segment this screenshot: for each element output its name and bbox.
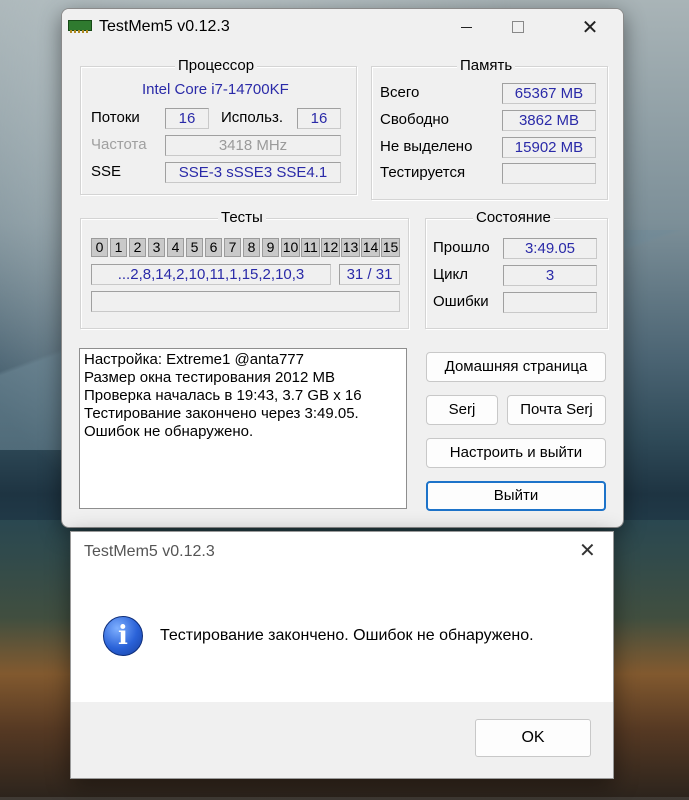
maximize-button[interactable] bbox=[495, 9, 541, 45]
sse-value: SSE-3 sSSE3 SSE4.1 bbox=[165, 162, 341, 183]
log-line: Размер окна тестирования 2012 MB bbox=[84, 369, 336, 386]
total-memory-label: Всего bbox=[380, 84, 420, 101]
test-cell: 11 bbox=[301, 238, 320, 257]
errors-label: Ошибки bbox=[433, 293, 489, 310]
free-memory-label: Свободно bbox=[380, 111, 449, 128]
dialog-message: Тестирование закончено. Ошибок не обнару… bbox=[160, 627, 534, 644]
used-threads-label: Использ. bbox=[221, 109, 284, 126]
test-cell: 6 bbox=[205, 238, 222, 257]
status-group-title: Состояние bbox=[473, 209, 554, 226]
cpu-name: Intel Core i7-14700KF bbox=[142, 81, 289, 98]
tests-group: Тесты 0 1 2 3 4 5 6 7 8 9 10 11 12 13 14… bbox=[80, 209, 409, 329]
test-cell: 10 bbox=[281, 238, 300, 257]
elapsed-value: 3:49.05 bbox=[503, 238, 597, 259]
threads-value: 16 bbox=[165, 108, 209, 129]
title-bar[interactable]: TestMem5 v0.12.3 ✕ bbox=[62, 9, 623, 45]
test-cell: 1 bbox=[110, 238, 127, 257]
exit-button[interactable]: Выйти bbox=[426, 481, 606, 511]
log-line: Тестирование закончено через 3:49.05. bbox=[84, 405, 359, 422]
frequency-label: Частота bbox=[91, 136, 147, 153]
unallocated-memory-value: 15902 MB bbox=[502, 137, 596, 158]
minimize-button[interactable] bbox=[443, 9, 489, 45]
test-cell: 14 bbox=[361, 238, 380, 257]
status-group: Состояние Прошло 3:49.05 Цикл 3 Ошибки bbox=[425, 209, 608, 329]
test-cell: 0 bbox=[91, 238, 108, 257]
testing-memory-label: Тестируется bbox=[380, 164, 466, 181]
cycle-label: Цикл bbox=[433, 266, 468, 283]
homepage-button[interactable]: Домашняя страница bbox=[426, 352, 606, 382]
current-test-bar bbox=[91, 291, 400, 312]
test-cell: 3 bbox=[148, 238, 165, 257]
used-threads-value: 16 bbox=[297, 108, 341, 129]
unallocated-memory-label: Не выделено bbox=[380, 138, 473, 155]
test-cell: 2 bbox=[129, 238, 146, 257]
log-textbox[interactable]: Настройка: Extreme1 @anta777 Размер окна… bbox=[79, 348, 407, 509]
info-icon: i bbox=[103, 616, 143, 656]
errors-value bbox=[503, 292, 597, 313]
free-memory-value: 3862 MB bbox=[502, 110, 596, 131]
memory-group: Память Всего 65367 MB Свободно 3862 MB Н… bbox=[371, 57, 608, 200]
tests-group-title: Тесты bbox=[218, 209, 266, 226]
dialog-close-button[interactable]: ✕ bbox=[579, 538, 596, 563]
memory-chip-icon bbox=[68, 20, 92, 33]
processor-group: Процессор Intel Core i7-14700KF Потоки 1… bbox=[80, 57, 357, 195]
test-cell: 8 bbox=[243, 238, 260, 257]
total-memory-value: 65367 MB bbox=[502, 83, 596, 104]
threads-label: Потоки bbox=[91, 109, 140, 126]
memory-group-title: Память bbox=[457, 57, 516, 74]
testing-memory-value bbox=[502, 163, 596, 184]
test-cell: 15 bbox=[381, 238, 400, 257]
close-button[interactable]: ✕ bbox=[567, 9, 613, 45]
close-icon: ✕ bbox=[579, 540, 596, 562]
test-cell: 4 bbox=[167, 238, 184, 257]
window-title: TestMem5 v0.12.3 bbox=[99, 18, 230, 35]
serj-button[interactable]: Serj bbox=[426, 395, 498, 425]
configure-exit-button[interactable]: Настроить и выйти bbox=[426, 438, 606, 468]
main-window: TestMem5 v0.12.3 ✕ Процессор Intel Core … bbox=[61, 8, 624, 528]
cycle-value: 3 bbox=[503, 265, 597, 286]
test-cell: 5 bbox=[186, 238, 203, 257]
maximize-icon bbox=[512, 21, 524, 33]
minimize-icon bbox=[460, 26, 472, 28]
dialog-title: TestMem5 v0.12.3 bbox=[84, 543, 215, 560]
log-line: Проверка началась в 19:43, 3.7 GB x 16 bbox=[84, 387, 362, 404]
log-line: Настройка: Extreme1 @anta777 bbox=[84, 351, 304, 368]
test-cell: 12 bbox=[321, 238, 340, 257]
message-dialog: TestMem5 v0.12.3 ✕ i Тестирование законч… bbox=[70, 531, 614, 779]
test-progress: 31 / 31 bbox=[339, 264, 400, 285]
frequency-value: 3418 MHz bbox=[165, 135, 341, 156]
ok-button[interactable]: OK bbox=[475, 719, 591, 757]
elapsed-label: Прошло bbox=[433, 239, 490, 256]
log-line: Ошибок не обнаружено. bbox=[84, 423, 254, 440]
processor-group-title: Процессор bbox=[175, 57, 258, 74]
sse-label: SSE bbox=[91, 163, 122, 180]
test-cell: 7 bbox=[224, 238, 241, 257]
test-cell: 13 bbox=[341, 238, 360, 257]
test-sequence: ...2,8,14,2,10,11,1,15,2,10,3 bbox=[91, 264, 331, 285]
test-cell: 9 bbox=[262, 238, 279, 257]
mail-serj-button[interactable]: Почта Serj bbox=[507, 395, 606, 425]
close-icon: ✕ bbox=[581, 16, 599, 39]
